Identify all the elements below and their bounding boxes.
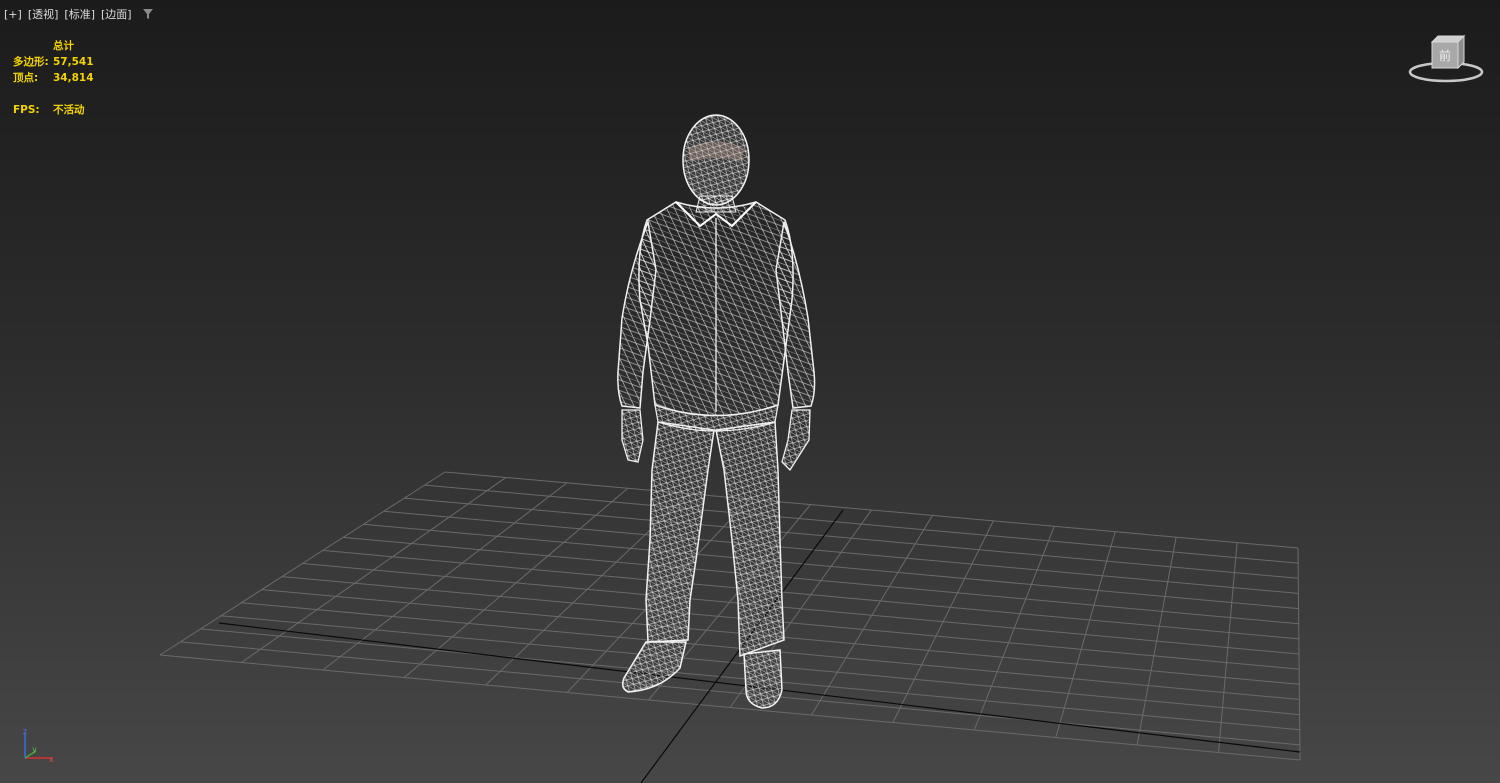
grid-line [404, 497, 1299, 579]
viewcube-icon[interactable]: 前 [1404, 30, 1488, 94]
grid-line [444, 471, 1299, 549]
axis-tripod: z y x [23, 727, 54, 764]
axis-y-label: y [32, 745, 37, 754]
axis-z-label: z [23, 727, 27, 736]
grid-line [424, 484, 1299, 564]
grid-line [1136, 537, 1177, 746]
grid-line [1218, 542, 1238, 753]
perspective-viewport[interactable]: [+] [透视] [标准] [边面] 总计 多边形: 57,541 顶点: 34… [0, 0, 1500, 783]
grid-line [302, 563, 1300, 655]
viewcube-face-label: 前 [1439, 48, 1451, 63]
axis-x-label: x [49, 755, 54, 764]
grid-line [322, 549, 1299, 640]
grid-line [1055, 531, 1116, 738]
grid-line [811, 515, 933, 716]
grid-line [892, 520, 994, 723]
grid-line [383, 510, 1299, 594]
grid-line [973, 526, 1055, 731]
scene-canvas[interactable] [0, 0, 1500, 783]
